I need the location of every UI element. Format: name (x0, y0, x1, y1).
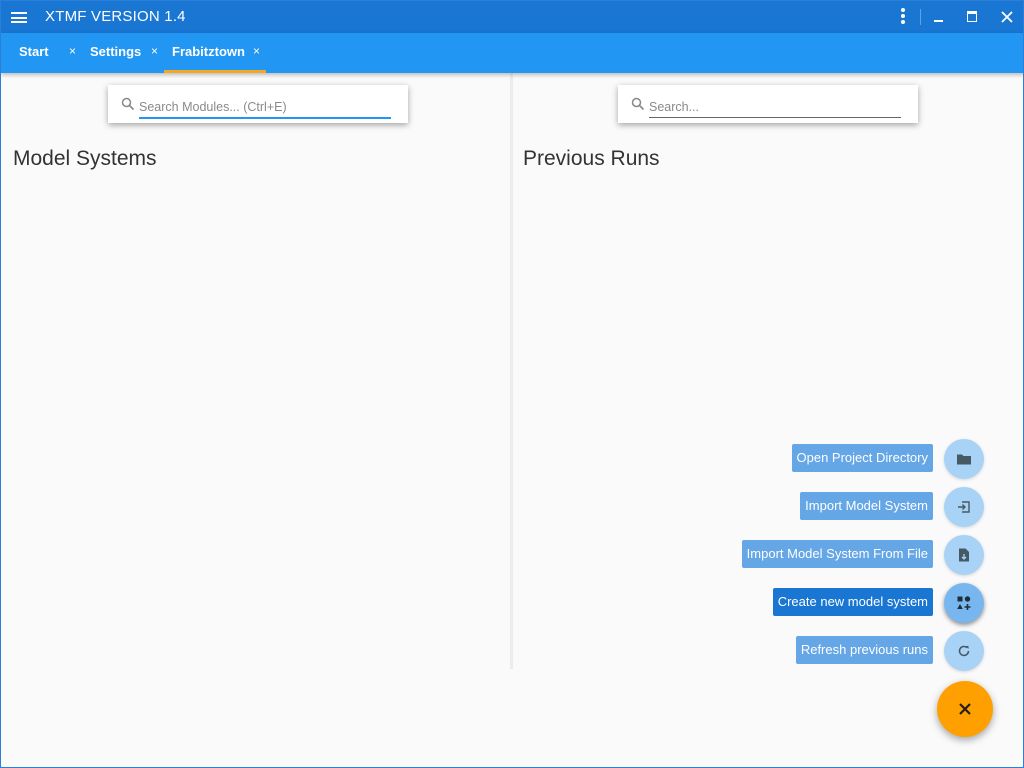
create-new-model-system-fab[interactable] (944, 583, 984, 623)
title-bar: XTMF VERSION 1.4 (1, 1, 1023, 33)
close-icon (959, 703, 971, 715)
refresh-previous-runs-button[interactable]: Refresh previous runs (795, 636, 933, 664)
module-search-box (108, 85, 408, 123)
refresh-previous-runs-fab[interactable] (944, 631, 984, 671)
create-new-model-system-button[interactable]: Create new model system (772, 588, 933, 616)
open-project-directory-fab[interactable] (944, 439, 984, 479)
add-shapes-icon (957, 596, 971, 610)
file-import-icon (959, 548, 969, 562)
model-systems-title: Model Systems (13, 147, 157, 170)
previous-runs-title: Previous Runs (523, 147, 660, 170)
refresh-icon (958, 645, 970, 657)
tab-start[interactable]: Start (19, 33, 59, 73)
tab-settings[interactable]: Settings (90, 33, 145, 73)
runs-search-input[interactable] (649, 97, 901, 118)
tab-settings-close-button[interactable]: × (151, 44, 158, 58)
xtmf-window: XTMF VERSION 1.4 Start × Settings × Frab… (0, 0, 1024, 768)
import-model-system-from-file-fab[interactable] (944, 535, 984, 575)
tab-frabitztown-close-button[interactable]: × (253, 44, 260, 58)
tab-label: Frabitztown (172, 44, 245, 59)
tab-frabitztown[interactable]: Frabitztown (172, 33, 247, 73)
tab-label: Start (19, 44, 49, 59)
import-model-system-fab[interactable] (944, 487, 984, 527)
close-icon (1001, 11, 1013, 23)
app-title: XTMF VERSION 1.4 (45, 8, 186, 25)
maximize-button[interactable] (962, 7, 982, 27)
tab-label: Settings (90, 44, 142, 59)
more-options-icon[interactable] (899, 8, 907, 26)
tab-bar: Start × Settings × Frabitztown × (1, 33, 1023, 73)
title-separator (920, 9, 921, 25)
pane-divider[interactable] (510, 73, 513, 669)
close-window-button[interactable] (997, 7, 1017, 27)
active-tab-indicator (164, 70, 266, 73)
speed-dial-close-fab[interactable] (937, 681, 993, 737)
import-icon (958, 501, 970, 513)
search-icon (121, 97, 135, 111)
import-model-system-button[interactable]: Import Model System (800, 492, 933, 520)
import-model-system-from-file-button[interactable]: Import Model System From File (741, 540, 933, 568)
folder-icon (957, 454, 971, 465)
runs-search-box (618, 85, 918, 123)
minimize-button[interactable] (929, 7, 949, 27)
open-project-directory-button[interactable]: Open Project Directory (791, 444, 933, 472)
search-icon (631, 97, 645, 111)
menu-icon[interactable] (11, 12, 27, 23)
module-search-input[interactable] (139, 97, 391, 119)
tab-start-close-button[interactable]: × (69, 44, 76, 58)
